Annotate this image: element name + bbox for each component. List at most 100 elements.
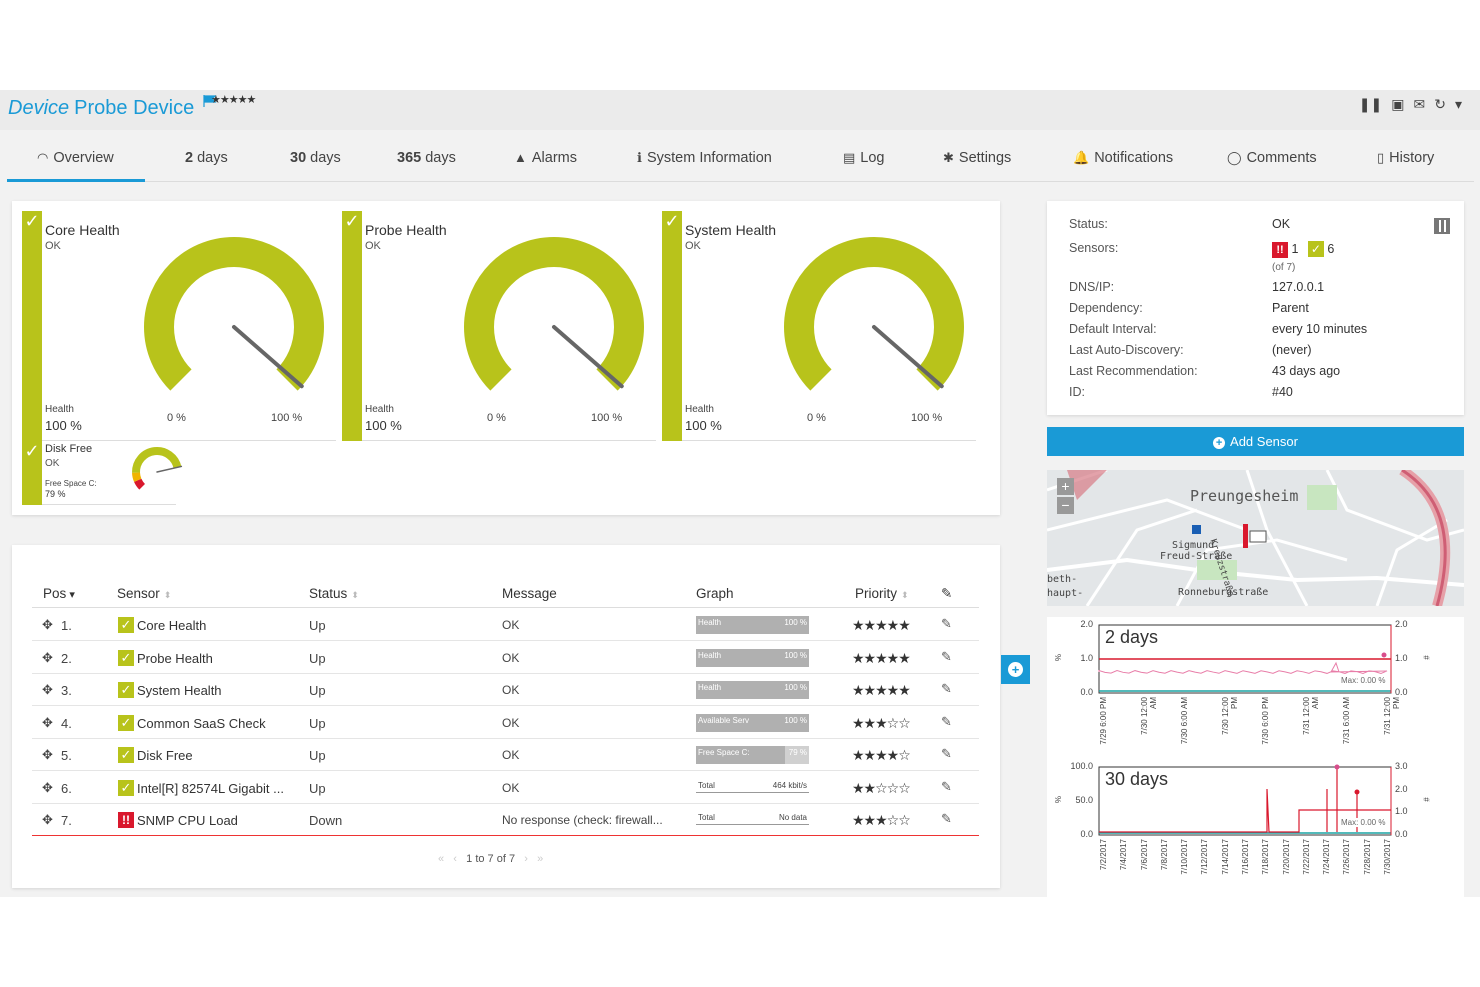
- tab-history[interactable]: ▯ History: [1377, 150, 1434, 182]
- sensor-name-link[interactable]: Disk Free: [137, 748, 193, 763]
- add-sensor-button[interactable]: + Add Sensor: [1047, 427, 1464, 456]
- dependency-value[interactable]: Parent: [1272, 301, 1309, 315]
- edit-icon[interactable]: ✎: [941, 779, 952, 795]
- map-zoom-out[interactable]: −: [1057, 497, 1074, 514]
- tab-settings[interactable]: ✱ Settings: [943, 150, 1011, 182]
- qr-code-icon[interactable]: [1434, 218, 1450, 234]
- add-widget-button[interactable]: +: [1001, 655, 1030, 684]
- table-row[interactable]: ✥ 1. ✓ Core Health Up OK Health 100 % ★★★★★ ✎: [32, 609, 979, 641]
- column-header-priority[interactable]: Priority ⬍: [855, 586, 909, 601]
- table-row[interactable]: ✥ 6. ✓ Intel[R] 82574L Gigabit ... Up OK Total…: [32, 772, 979, 804]
- check-icon: ✓: [24, 441, 40, 461]
- sparkline[interactable]: Health 100 %: [696, 648, 809, 667]
- x-tick-label: 7/6/2017: [1139, 839, 1149, 871]
- column-header-graph[interactable]: Graph: [696, 586, 734, 601]
- edit-icon[interactable]: ✎: [941, 649, 952, 665]
- sparkline[interactable]: Free Space C: 79 %: [696, 746, 809, 764]
- tab-days-365[interactable]: 365 days: [397, 150, 456, 182]
- title-name[interactable]: Probe Device: [74, 97, 194, 119]
- sensor-name-link[interactable]: Core Health: [137, 618, 206, 633]
- tab-comments[interactable]: ◯ Comments: [1227, 150, 1317, 182]
- drag-handle-icon[interactable]: ✥: [42, 780, 53, 796]
- edit-icon[interactable]: ✎: [941, 616, 952, 632]
- priority-stars[interactable]: ★★★★☆: [852, 747, 911, 764]
- history-chart-1[interactable]: 30 days Max: 0.00 % 100.0 50.0 0.0 3.0 2.0 1.0 0…: [1047, 759, 1464, 897]
- table-row[interactable]: ✥ 3. ✓ System Health Up OK Health 100 % ★★★★★ ✎: [32, 674, 979, 706]
- gauge-core-health[interactable]: ✓ Core Health OK Health 100 % 0 % 100 %: [22, 211, 336, 441]
- edit-icon[interactable]: ✎: [941, 681, 952, 697]
- prev-page-icon[interactable]: ‹: [453, 853, 463, 865]
- edit-icon[interactable]: ✎: [941, 714, 952, 730]
- map-zoom-in[interactable]: +: [1057, 478, 1074, 495]
- drag-handle-icon[interactable]: ✥: [42, 682, 53, 698]
- sparkline[interactable]: Total 464 kbit/s: [696, 779, 809, 797]
- drag-handle-icon[interactable]: ✥: [42, 715, 53, 731]
- table-row[interactable]: ✥ 2. ✓ Probe Health Up OK Health 100 % ★★★★★ ✎: [32, 642, 979, 674]
- mail-icon[interactable]: ✉: [1414, 96, 1426, 113]
- report-icon[interactable]: ▣: [1391, 96, 1404, 113]
- tab-days-30[interactable]: 30 days: [290, 150, 341, 182]
- sparkline[interactable]: Available Serv 100 %: [696, 713, 809, 732]
- drag-handle-icon[interactable]: ✥: [42, 650, 53, 666]
- gauge-disk-free[interactable]: ✓ Disk Free OK Free Space C: 79 %: [22, 441, 183, 505]
- priority-stars[interactable]: ★★★★★: [211, 93, 256, 106]
- first-page-icon[interactable]: «: [438, 853, 450, 865]
- priority-stars[interactable]: ★★★☆☆: [852, 812, 911, 829]
- sensor-name-link[interactable]: System Health: [137, 683, 222, 698]
- column-header-status[interactable]: Status ⬍: [309, 586, 359, 601]
- sensor-down-badge[interactable]: !!: [1272, 242, 1288, 258]
- drag-handle-icon[interactable]: ✥: [42, 747, 53, 763]
- sparkline[interactable]: Total No data: [696, 811, 809, 829]
- table-row[interactable]: ✥ 4. ✓ Common SaaS Check Up OK Available Serv 1…: [32, 707, 979, 739]
- sensor-counts[interactable]: !! 1 ✓ 6: [1272, 241, 1334, 258]
- last-page-icon[interactable]: »: [531, 853, 543, 865]
- edit-columns-icon[interactable]: ✎: [941, 586, 952, 602]
- priority-stars[interactable]: ★★★☆☆: [852, 715, 911, 732]
- table-row[interactable]: ✥ 5. ✓ Disk Free Up OK Free Space C: 79 % ★★★★☆ ✎: [32, 739, 979, 771]
- priority-stars[interactable]: ★★★★★: [852, 682, 911, 699]
- sensor-up-badge[interactable]: ✓: [1307, 241, 1324, 257]
- pause-icon[interactable]: ❚❚: [1359, 96, 1382, 113]
- row-position: 2.: [61, 650, 72, 666]
- sensor-name-link[interactable]: Common SaaS Check: [137, 716, 266, 731]
- header-label: Priority: [855, 586, 898, 601]
- chevron-down-icon[interactable]: ▾: [1455, 96, 1462, 113]
- column-header-sensor[interactable]: Sensor ⬍: [117, 586, 171, 601]
- sort-desc-icon: ▾: [66, 589, 75, 601]
- x-tick-label: 7/18/2017: [1261, 839, 1271, 875]
- drag-handle-icon[interactable]: ✥: [42, 812, 53, 828]
- tab-notifications[interactable]: 🔔 Notifications: [1073, 150, 1173, 182]
- header-label: Message: [502, 586, 557, 601]
- sensor-name-link[interactable]: SNMP CPU Load: [137, 813, 238, 828]
- row-position: 6.: [61, 780, 72, 796]
- sparkline[interactable]: Health 100 %: [696, 681, 809, 699]
- sensor-name-link[interactable]: Probe Health: [137, 651, 213, 666]
- history-chart-0[interactable]: 2 days Max: 0.00 % 2.0 1.0 0.0 2.0 1.0 0.0% #7/2…: [1047, 617, 1464, 757]
- tab-icon: ▯: [1377, 150, 1385, 165]
- location-map[interactable]: Preungesheim Sigmund Freud-Straße Ronneb…: [1047, 470, 1464, 606]
- tab-overview[interactable]: ◠ Overview: [7, 150, 145, 182]
- tab-alarms[interactable]: ▲ Alarms: [514, 150, 577, 182]
- gauge-channel: Health: [45, 404, 74, 415]
- refresh-icon[interactable]: ↻: [1434, 96, 1446, 113]
- column-header-pos[interactable]: Pos ▾: [43, 586, 75, 601]
- tab-days-2[interactable]: 2 days: [185, 150, 228, 182]
- edit-icon[interactable]: ✎: [941, 746, 952, 762]
- y-left-tick: 100.0: [1070, 761, 1093, 771]
- gauge-system-health[interactable]: ✓ System Health OK Health 100 % 0 % 100 %: [662, 211, 976, 441]
- table-row[interactable]: ✥ 7.!! SNMP CPU Load Down No response (check…: [32, 804, 979, 836]
- column-header-message[interactable]: Message: [502, 586, 557, 601]
- priority-stars[interactable]: ★★☆☆☆: [852, 780, 911, 797]
- tab-system-information[interactable]: ℹ System Information: [637, 150, 772, 182]
- priority-stars[interactable]: ★★★★★: [852, 617, 911, 634]
- gauge-name: System Health: [685, 222, 777, 238]
- sparkline[interactable]: Health 100 %: [696, 616, 809, 634]
- gauge-probe-health[interactable]: ✓ Probe Health OK Health 100 % 0 % 100 %: [342, 211, 656, 441]
- tab-icon: ✱: [943, 150, 954, 165]
- tab-log[interactable]: ▤ Log: [843, 150, 885, 182]
- edit-icon[interactable]: ✎: [941, 811, 952, 827]
- sensor-name-link[interactable]: Intel[R] 82574L Gigabit ...: [137, 781, 284, 796]
- priority-stars[interactable]: ★★★★★: [852, 650, 911, 667]
- next-page-icon[interactable]: ›: [518, 853, 528, 865]
- drag-handle-icon[interactable]: ✥: [42, 617, 53, 633]
